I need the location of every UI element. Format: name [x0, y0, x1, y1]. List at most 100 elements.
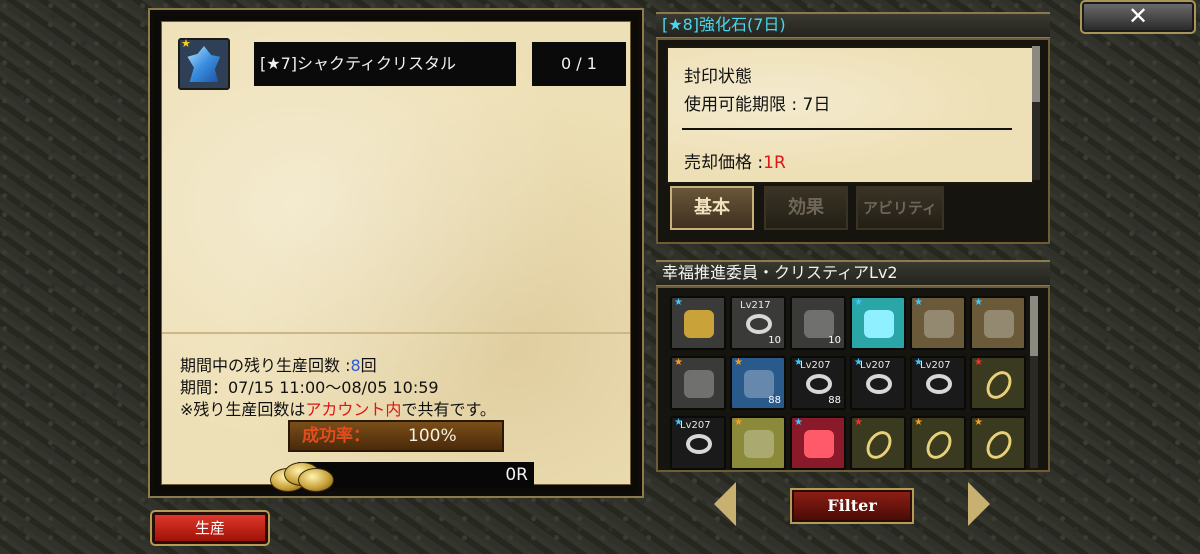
gem-amulet-icon: [981, 366, 1017, 404]
cost-value: 0R: [505, 465, 528, 485]
ring-icon: [806, 374, 832, 394]
detail-divider: [682, 128, 1012, 130]
detail-scroll-thumb[interactable]: [1032, 46, 1040, 102]
seal-status: 封印状態: [684, 67, 752, 87]
slot-level: Lv207: [680, 420, 711, 431]
slot-quantity: 10: [768, 335, 781, 346]
gem-amulet-icon: [981, 426, 1017, 464]
inventory-slot[interactable]: ★: [970, 416, 1026, 470]
wheel-icon: [804, 310, 834, 338]
notice-highlight: アカウント内: [305, 400, 402, 419]
rarity-star-icon: ★: [734, 357, 743, 368]
slot-level: Lv207: [860, 360, 891, 371]
scroll-map-icon: [744, 370, 774, 398]
rarity-star-icon: ★: [674, 297, 683, 308]
rarity-star-icon: ★: [914, 297, 923, 308]
remaining-value: 8: [350, 356, 361, 375]
slot-quantity: 88: [828, 395, 841, 406]
coin-pile-icon: [684, 310, 714, 338]
sell-price-value: 1R: [763, 153, 786, 173]
close-button[interactable]: ✕: [1080, 0, 1196, 34]
slot-level: Lv207: [800, 360, 831, 371]
prev-page-arrow-icon[interactable]: [714, 482, 736, 526]
gem-amulet-icon: [861, 426, 897, 464]
notice-line: ※残り生産回数はアカウント内で共有です。: [180, 396, 496, 420]
detail-parchment: 封印状態 使用可能期限 : 7日 売却価格 :1R: [666, 46, 1034, 184]
item-name: [★7]シャクティクリスタル: [254, 42, 516, 86]
sell-price-line: 売却価格 :1R: [684, 148, 786, 173]
inventory-grid: ★ Lv217 10 10 ★ ★ ★ ★ ★ 88 ★ Lv207 88 ★ Lv207 ★ Lv207 ★ ★ L…: [670, 296, 1026, 470]
crystal-shard-icon: [864, 310, 894, 338]
inventory-slot[interactable]: ★: [970, 356, 1026, 410]
gem-amulet-icon: [921, 426, 957, 464]
rarity-star-icon: ★: [974, 417, 983, 428]
tab-basic[interactable]: 基本: [670, 186, 754, 230]
inventory-slot[interactable]: Lv217 10: [730, 296, 786, 350]
remaining-count-line: 期間中の残り生産回数 :8回: [180, 352, 377, 376]
inventory-slot[interactable]: ★: [790, 416, 846, 470]
production-parchment: ★ [★7]シャクティクリスタル 0 / 1 期間中の残り生産回数 :8回 期間…: [161, 21, 631, 492]
remaining-unit: 回: [360, 356, 377, 375]
next-page-arrow-icon[interactable]: [968, 482, 990, 526]
rarity-star-icon: ★: [674, 357, 683, 368]
inventory-slot[interactable]: ★: [670, 356, 726, 410]
treasure-chest-icon: [924, 310, 954, 338]
slot-level: Lv207: [920, 360, 951, 371]
ring-icon: [926, 374, 952, 394]
magnifier-icon: [684, 370, 714, 398]
inventory-scrollbar[interactable]: [1030, 296, 1038, 468]
inventory-slot[interactable]: ★ Lv207: [910, 356, 966, 410]
item-count: 0 / 1: [532, 42, 626, 86]
rarity-star-icon: ★: [794, 417, 803, 428]
expiry-text: 使用可能期限 : 7日: [684, 95, 831, 115]
rarity-star-icon: ★: [734, 417, 743, 428]
rarity-star-icon: ★: [914, 417, 923, 428]
item-detail-panel: 封印状態 使用可能期限 : 7日 売却価格 :1R 基本 効果 アビリティ: [656, 38, 1050, 244]
inventory-slot[interactable]: ★: [730, 416, 786, 470]
inventory-slot[interactable]: ★: [910, 296, 966, 350]
slot-level: Lv217: [740, 300, 771, 311]
detail-title: [★8]強化石(7日): [656, 12, 1050, 38]
ring-icon: [866, 374, 892, 394]
inventory-slot[interactable]: ★: [850, 296, 906, 350]
necklace-icon: [686, 434, 712, 454]
inventory-slot[interactable]: ★: [910, 416, 966, 470]
filter-button[interactable]: Filter: [790, 488, 914, 524]
treasure-chest-icon: [984, 310, 1014, 338]
rarity-star-icon: ★: [974, 297, 983, 308]
slot-quantity: 10: [828, 335, 841, 346]
tab-effect[interactable]: 効果: [764, 186, 848, 230]
detail-scrollbar[interactable]: [1032, 46, 1040, 180]
rarity-star-icon: ★: [854, 417, 863, 428]
inventory-slot[interactable]: ★: [670, 296, 726, 350]
inventory-title: 幸福推進委員・クリスティアLv2: [656, 260, 1050, 286]
inventory-slot[interactable]: ★ 88: [730, 356, 786, 410]
figure-icon: [744, 430, 774, 458]
divider: [162, 332, 630, 334]
coins-icon: [270, 458, 334, 492]
inventory-scroll-thumb[interactable]: [1030, 296, 1038, 356]
inventory-slot[interactable]: ★ Lv207 88: [790, 356, 846, 410]
heart-icon: [804, 430, 834, 458]
success-rate-label: 成功率：: [302, 426, 370, 446]
success-rate-value: 100%: [408, 426, 457, 446]
rarity-star-icon: ★: [974, 357, 983, 368]
slot-quantity: 88: [768, 395, 781, 406]
crystal-item-icon[interactable]: ★: [178, 38, 230, 90]
sell-price-label: 売却価格 :: [684, 153, 764, 173]
produce-button[interactable]: 生産: [150, 510, 270, 546]
notice-prefix: ※残り生産回数は: [180, 400, 306, 419]
inventory-slot[interactable]: ★ Lv207: [670, 416, 726, 470]
star-badge: ★: [181, 37, 191, 50]
inventory-slot[interactable]: ★: [970, 296, 1026, 350]
inventory-slot[interactable]: ★: [850, 416, 906, 470]
inventory-slot[interactable]: 10: [790, 296, 846, 350]
period-line: 期間：07/15 11:00～08/05 10:59: [180, 378, 439, 397]
rarity-star-icon: ★: [854, 297, 863, 308]
ring-icon: [746, 314, 772, 334]
crystal-icon: [187, 46, 221, 82]
remaining-label: 期間中の残り生産回数 :: [180, 356, 351, 375]
inventory-slot[interactable]: ★ Lv207: [850, 356, 906, 410]
success-rate-box: 成功率： 100%: [288, 420, 504, 452]
tab-ability[interactable]: アビリティ: [856, 186, 944, 230]
